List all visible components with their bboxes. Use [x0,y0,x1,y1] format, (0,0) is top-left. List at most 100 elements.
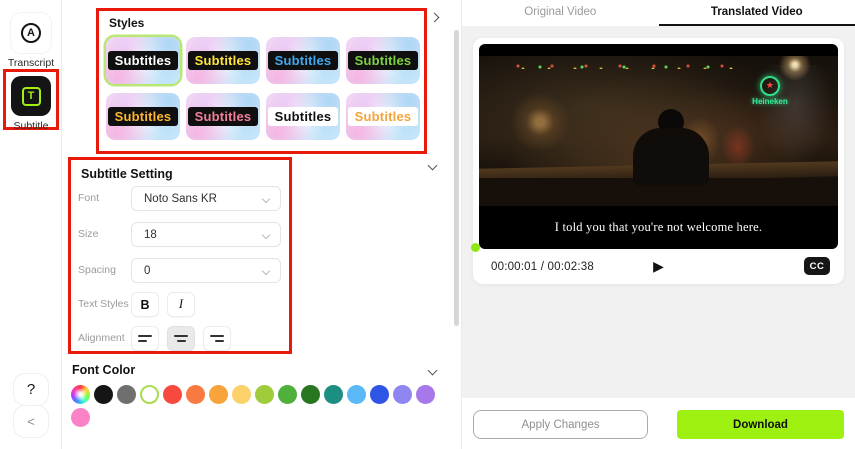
color-swatch-pink[interactable] [71,408,90,427]
style-tile-label: Subtitles [107,51,179,70]
style-tile[interactable]: Subtitles [346,93,420,140]
nav-item-subtitle[interactable]: T Subtitle [0,76,62,132]
style-tile[interactable]: Subtitles [106,93,180,140]
styles-panel-title: Styles [109,16,145,30]
nav-item-transcript[interactable]: A Transcript [0,13,62,69]
align-right-button[interactable] [203,326,231,351]
color-swatch-blue[interactable] [370,385,389,404]
style-tile-label: Subtitles [347,107,419,126]
size-field-label: Size [78,228,99,240]
collapse-panel-button[interactable]: < [13,405,49,438]
style-tile-label: Subtitles [187,51,259,70]
alignment-label: Alignment [78,332,125,344]
video-scene-bar-interior: ★ Heineken [479,56,838,206]
spacing-select[interactable]: 0 [131,258,281,283]
circled-a-icon: A [21,23,41,43]
style-tile-label: Subtitles [107,107,179,126]
color-swatch-red[interactable] [163,385,182,404]
tab-translated-video[interactable]: Translated Video [658,0,855,26]
font-field-label: Font [78,192,100,204]
align-right-icon [210,335,224,342]
tab-original-video[interactable]: Original Video [462,0,659,26]
align-left-icon [138,335,152,342]
color-swatch-light-yellow[interactable] [232,385,251,404]
video-subtitle-text: I told you that you're not welcome here. [554,220,763,234]
color-swatch-yellow-green[interactable] [255,385,274,404]
video-player-card: ★ Heineken I told you that you're not we… [471,38,844,284]
video-preview-panel: Original Video Translated Video ★ Heinek… [461,0,855,449]
cc-button[interactable]: CC [804,257,830,275]
color-swatch-orange[interactable] [209,385,228,404]
color-swatch-teal[interactable] [324,385,343,404]
font-color-title: Font Color [72,363,136,377]
transcript-label: Transcript [7,57,55,69]
color-picker-swatch[interactable] [71,385,90,404]
app-window: A Transcript T Subtitle ? < Styles Subti… [0,0,855,449]
style-tile-label: Subtitles [187,107,259,126]
font-color-swatches [71,385,449,427]
color-swatch-sky-blue[interactable] [347,385,366,404]
bold-icon: B [140,297,150,312]
size-select[interactable]: 18 [131,222,281,247]
color-swatch-gray[interactable] [117,385,136,404]
spacing-field-label: Spacing [78,264,116,276]
style-tile-label: Subtitles [267,107,339,126]
color-swatch-purple[interactable] [416,385,435,404]
style-tile-label: Subtitles [347,51,419,70]
style-tile[interactable]: Subtitles [266,93,340,140]
left-nav-rail: A Transcript T Subtitle ? < [0,0,62,449]
preview-background: ★ Heineken I told you that you're not we… [462,26,855,398]
styles-expand-chevron-icon[interactable] [429,12,440,23]
apply-changes-button[interactable]: Apply Changes [473,410,648,439]
italic-icon: I [178,297,184,311]
person-silhouette [633,109,710,186]
align-center-icon [174,335,188,342]
player-controls: 00:00:01 / 00:02:38 ▶ CC [473,249,844,284]
style-tiles-grid: Subtitles Subtitles Subtitles Subtitles … [106,37,420,140]
align-center-button[interactable] [167,326,195,351]
heineken-neon-sign: ★ Heineken [752,75,788,106]
color-swatch-green[interactable] [278,385,297,404]
color-swatch-periwinkle[interactable] [393,385,412,404]
style-tile-label: Subtitles [267,51,339,70]
font-select-value: Noto Sans KR [144,192,217,205]
font-select[interactable]: Noto Sans KR [131,186,281,211]
neon-sign-text: Heineken [752,96,788,106]
align-left-button[interactable] [131,326,159,351]
left-panel-scrollbar[interactable] [454,30,459,326]
text-styles-label: Text Styles [78,298,129,310]
color-swatch-black[interactable] [94,385,113,404]
help-button[interactable]: ? [13,373,49,406]
t-glyph-icon: T [21,86,41,106]
bold-button[interactable]: B [131,292,159,317]
italic-button[interactable]: I [167,292,195,317]
subtitle-setting-title: Subtitle Setting [81,167,173,181]
style-tile[interactable]: Subtitles [186,93,260,140]
subtitle-icon: T [11,76,51,116]
video-tabbar: Original Video Translated Video [462,0,855,26]
chevron-down-icon [261,194,271,203]
style-tile[interactable]: Subtitles [186,37,260,84]
chevron-down-icon [261,230,271,239]
style-tile[interactable]: Subtitles [346,37,420,84]
neon-ring-star-icon: ★ [759,75,780,96]
size-select-value: 18 [144,228,157,241]
font-color-collapse-icon[interactable] [427,365,438,376]
style-tile[interactable]: Subtitles [266,37,340,84]
color-swatch-white-selected[interactable] [140,385,159,404]
play-button[interactable]: ▶ [653,258,664,275]
styles-panel: Styles Subtitles Subtitles Subtitles Sub… [96,8,427,154]
color-swatch-dark-green[interactable] [301,385,320,404]
style-tile[interactable]: Subtitles [106,37,180,84]
subtitle-label: Subtitle [13,120,49,132]
subtitle-setting-collapse-icon[interactable] [427,160,438,171]
action-footer: Apply Changes Download [462,398,855,449]
string-lights [500,61,745,69]
color-swatch-orange-red[interactable] [186,385,205,404]
time-display: 00:00:01 / 00:02:38 [491,260,594,273]
transcript-icon: A [11,13,51,53]
video-frame[interactable]: ★ Heineken I told you that you're not we… [479,44,838,249]
download-button[interactable]: Download [677,410,844,439]
chevron-down-icon [261,266,271,275]
spacing-select-value: 0 [144,264,151,277]
